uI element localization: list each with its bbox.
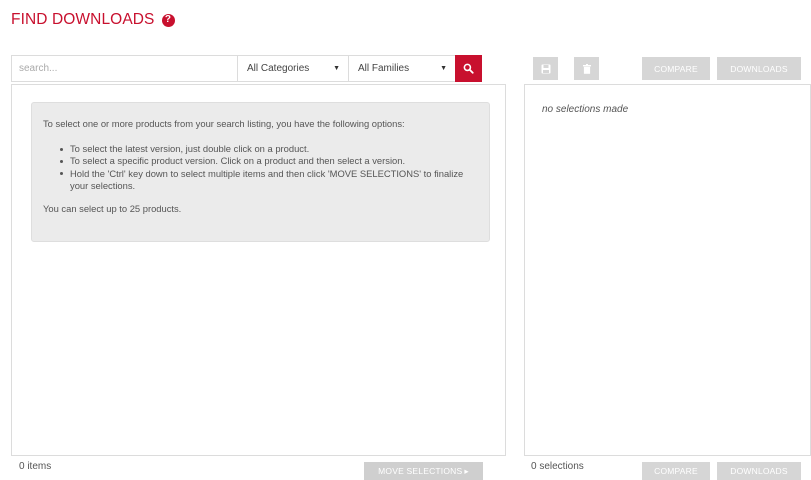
chevron-down-icon: ▼ (333, 65, 340, 72)
instructions-list: To select the latest version, just doubl… (60, 143, 478, 192)
compare-button[interactable]: COMPARE (642, 57, 710, 80)
instruction-item: To select a specific product version. Cl… (60, 155, 478, 167)
delete-button[interactable] (574, 57, 599, 80)
search-results-panel[interactable]: To select one or more products from your… (11, 84, 506, 456)
save-button[interactable] (533, 57, 558, 80)
selection-limit-text: You can select up to 25 products. (43, 203, 182, 215)
families-dropdown[interactable]: All Families ▼ (348, 55, 455, 82)
save-icon (541, 64, 550, 73)
selections-panel[interactable]: no selections made (524, 84, 811, 456)
chevron-down-icon: ▼ (440, 65, 447, 72)
families-selected: All Families (358, 63, 410, 74)
page-title-text: FIND DOWNLOADS (11, 11, 155, 28)
compare-button-bottom[interactable]: COMPARE (642, 462, 710, 480)
instructions-intro: To select one or more products from your… (43, 118, 405, 129)
trash-icon (582, 63, 591, 74)
items-count: 0 items (19, 461, 52, 472)
search-bar: All Categories ▼ All Families ▼ (11, 55, 486, 82)
instruction-item: Hold the 'Ctrl' key down to select multi… (60, 168, 478, 192)
search-button[interactable] (455, 55, 482, 82)
page-title: FIND DOWNLOADS ? (11, 11, 175, 29)
search-input[interactable] (11, 55, 237, 82)
selections-count: 0 selections (531, 461, 584, 472)
chevron-right-icon: ▸ (464, 465, 469, 476)
downloads-button[interactable]: DOWNLOADS (717, 57, 801, 80)
categories-dropdown[interactable]: All Categories ▼ (237, 55, 348, 82)
instruction-item: To select the latest version, just doubl… (60, 143, 478, 155)
empty-selections-text: no selections made (542, 104, 629, 115)
help-icon[interactable]: ? (161, 13, 175, 27)
search-icon (463, 63, 474, 74)
categories-selected: All Categories (247, 63, 310, 74)
move-selections-button[interactable]: MOVE SELECTIONS ▸ (364, 462, 483, 480)
instructions-box: To select one or more products from your… (31, 102, 490, 242)
downloads-button-bottom[interactable]: DOWNLOADS (717, 462, 801, 480)
move-selections-label: MOVE SELECTIONS (378, 466, 463, 476)
